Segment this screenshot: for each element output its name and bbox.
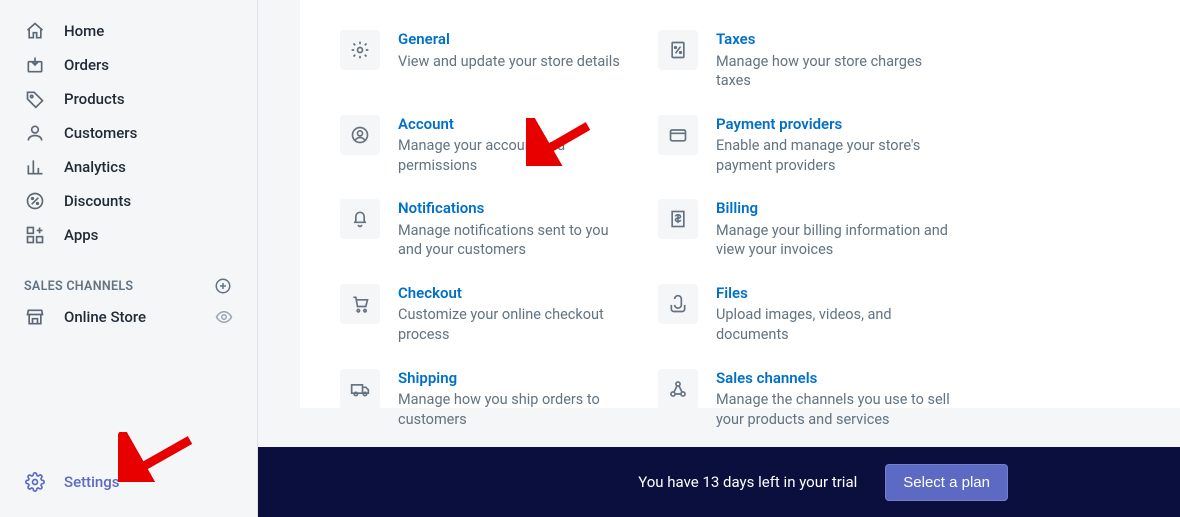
tile-title: Checkout [398, 284, 634, 304]
tile-desc: Manage your account and permissions [398, 136, 634, 175]
settings-card: GeneralView and update your store detail… [300, 0, 1180, 409]
gear-icon [340, 30, 380, 70]
sidebar-item-settings[interactable]: Settings [0, 465, 144, 499]
sidebar-item-apps[interactable]: Apps [0, 218, 257, 252]
tag-icon [24, 88, 46, 110]
tile-desc: Enable and manage your store's payment p… [716, 136, 952, 175]
settings-tile-account[interactable]: AccountManage your account and permissio… [340, 115, 658, 176]
tile-desc: View and update your store details [398, 52, 620, 72]
trial-bar: You have 13 days left in your trial Sele… [258, 447, 1180, 517]
tile-desc: Manage your billing information and view… [716, 221, 952, 260]
sidebar-item-label: Customers [64, 124, 137, 142]
settings-tile-files[interactable]: FilesUpload images, videos, and document… [658, 284, 976, 345]
tile-desc: Customize your online checkout process [398, 305, 634, 344]
settings-tile-notifications[interactable]: NotificationsManage notifications sent t… [340, 199, 658, 260]
tile-title: Account [398, 115, 634, 135]
apps-icon [24, 224, 46, 246]
tile-desc: Upload images, videos, and documents [716, 305, 952, 344]
tile-desc: Manage notifications sent to you and you… [398, 221, 634, 260]
settings-tile-general[interactable]: GeneralView and update your store detail… [340, 30, 658, 91]
tile-title: Files [716, 284, 952, 304]
sidebar-item-analytics[interactable]: Analytics [0, 150, 257, 184]
sidebar: Home Orders Products Customers [0, 0, 258, 517]
sidebar-item-label: Discounts [64, 192, 131, 210]
settings-tile-billing[interactable]: BillingManage your billing information a… [658, 199, 976, 260]
home-icon [24, 20, 46, 42]
truck-icon [340, 369, 380, 409]
settings-tile-taxes[interactable]: TaxesManage how your store charges taxes [658, 30, 976, 91]
section-title-label: SALES CHANNELS [24, 279, 133, 294]
sidebar-item-label: Products [64, 90, 125, 108]
sidebar-item-label: Orders [64, 56, 109, 74]
select-plan-button[interactable]: Select a plan [885, 464, 1008, 501]
account-circle-icon [340, 115, 380, 155]
tile-title: General [398, 30, 620, 50]
settings-tile-sales-channels[interactable]: Sales channelsManage the channels you us… [658, 369, 976, 430]
trial-message: You have 13 days left in your trial [638, 473, 857, 491]
sidebar-item-home[interactable]: Home [0, 14, 257, 48]
tile-desc: Manage the channels you use to sell your… [716, 390, 952, 429]
receipt-icon [658, 30, 698, 70]
discount-icon [24, 190, 46, 212]
add-channel-icon[interactable] [213, 276, 233, 296]
sales-channels-header: SALES CHANNELS [0, 274, 257, 298]
settings-tile-checkout[interactable]: CheckoutCustomize your online checkout p… [340, 284, 658, 345]
view-store-icon[interactable] [215, 308, 233, 326]
cart-icon [340, 284, 380, 324]
tile-title: Notifications [398, 199, 634, 219]
analytics-icon [24, 156, 46, 178]
settings-tile-shipping[interactable]: ShippingManage how you ship orders to cu… [340, 369, 658, 430]
paperclip-icon [658, 284, 698, 324]
tile-title: Payment providers [716, 115, 952, 135]
sidebar-item-label: Online Store [64, 308, 215, 326]
sidebar-item-label: Home [64, 22, 104, 40]
sidebar-item-products[interactable]: Products [0, 82, 257, 116]
primary-nav: Home Orders Products Customers [0, 0, 257, 334]
tile-title: Sales channels [716, 369, 952, 389]
sidebar-item-orders[interactable]: Orders [0, 48, 257, 82]
bell-icon [340, 199, 380, 239]
sidebar-item-label: Apps [64, 226, 98, 244]
tile-title: Taxes [716, 30, 952, 50]
tile-desc: Manage how you ship orders to customers [398, 390, 634, 429]
tile-title: Billing [716, 199, 952, 219]
sidebar-item-online-store[interactable]: Online Store [0, 300, 257, 334]
invoice-icon [658, 199, 698, 239]
sidebar-item-discounts[interactable]: Discounts [0, 184, 257, 218]
tile-title: Shipping [398, 369, 634, 389]
settings-label: Settings [64, 473, 120, 491]
sidebar-item-label: Analytics [64, 158, 126, 176]
store-icon [24, 306, 46, 328]
main-content: GeneralView and update your store detail… [258, 0, 1180, 517]
customer-icon [24, 122, 46, 144]
tile-desc: Manage how your store charges taxes [716, 52, 952, 91]
credit-card-icon [658, 115, 698, 155]
gear-icon [24, 471, 46, 493]
settings-tile-payment-providers[interactable]: Payment providersEnable and manage your … [658, 115, 976, 176]
orders-icon [24, 54, 46, 76]
settings-tiles: GeneralView and update your store detail… [300, 0, 1180, 463]
channels-icon [658, 369, 698, 409]
sidebar-item-customers[interactable]: Customers [0, 116, 257, 150]
